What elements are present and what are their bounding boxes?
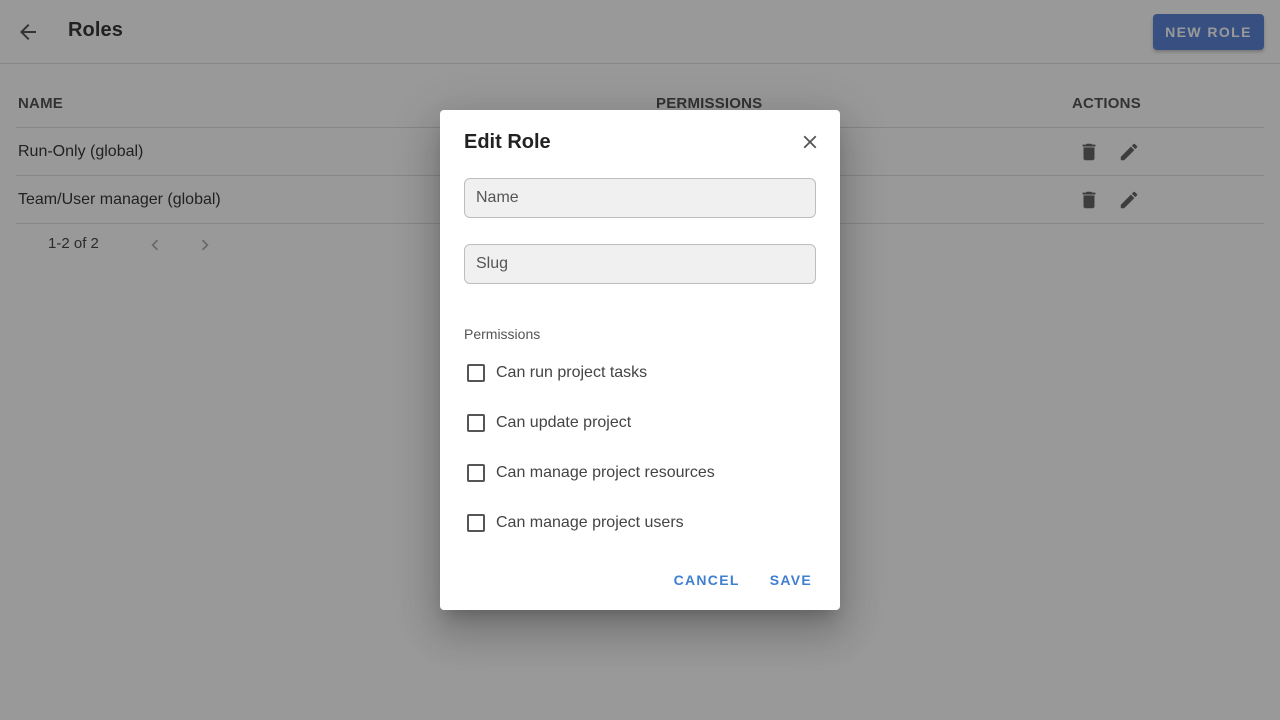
checkbox[interactable] (467, 364, 485, 382)
cancel-button[interactable]: CANCEL (666, 564, 748, 596)
name-input[interactable] (465, 179, 815, 217)
checkbox[interactable] (467, 514, 485, 532)
slug-input[interactable] (465, 245, 815, 283)
checkbox[interactable] (467, 414, 485, 432)
save-button[interactable]: SAVE (762, 564, 820, 596)
permission-label: Can manage project users (496, 514, 684, 531)
dialog-actions: CANCEL SAVE (666, 564, 820, 596)
edit-role-dialog: Edit Role Permissions Can run project ta… (440, 110, 840, 610)
close-icon (803, 135, 817, 149)
permission-label: Can run project tasks (496, 364, 648, 381)
dialog-title: Edit Role (464, 131, 551, 153)
checkbox[interactable] (467, 464, 485, 482)
slug-field (464, 244, 816, 284)
name-field (464, 178, 816, 218)
permissions-list: Can run project tasks Can update project… (464, 360, 816, 548)
permission-manage-project-resources[interactable]: Can manage project resources (464, 448, 816, 498)
close-button[interactable] (796, 128, 824, 156)
permission-update-project[interactable]: Can update project (464, 398, 816, 448)
permission-manage-project-users[interactable]: Can manage project users (464, 498, 816, 548)
permission-run-project-tasks[interactable]: Can run project tasks (464, 348, 816, 398)
permission-label: Can manage project resources (496, 464, 715, 481)
permission-label: Can update project (496, 414, 632, 431)
permissions-heading: Permissions (464, 326, 541, 342)
